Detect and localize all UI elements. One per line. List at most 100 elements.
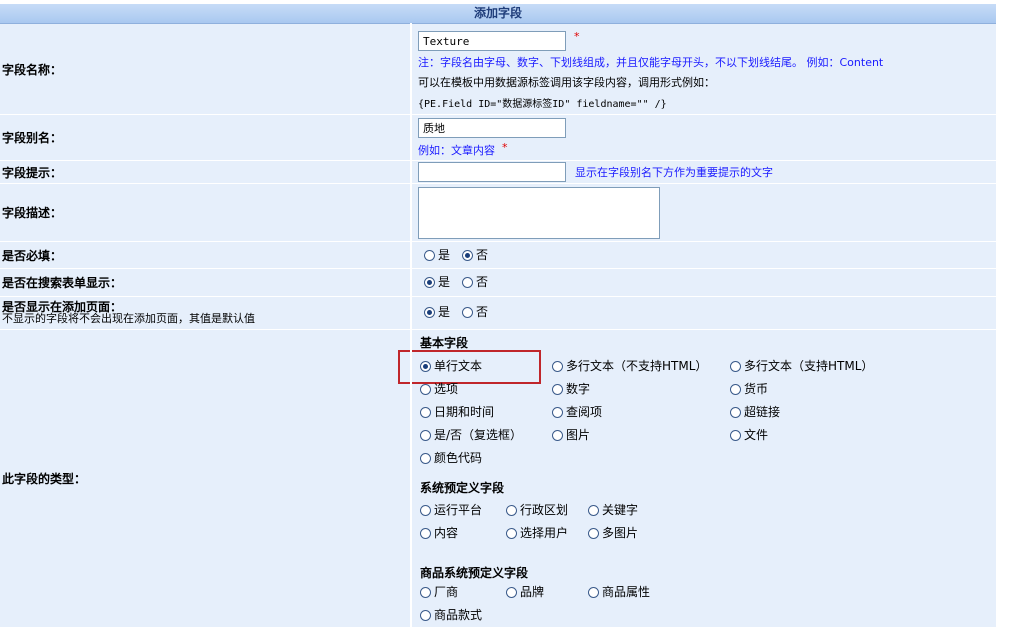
type-option-label: 查阅项	[566, 405, 603, 419]
show-add-yes-option[interactable]: 是	[424, 303, 450, 321]
radio-button[interactable]	[462, 276, 473, 288]
row-field-alias: 字段别名： 例如：文章内容 *	[0, 115, 996, 160]
radio-button[interactable]	[506, 586, 517, 598]
radio-button[interactable]	[730, 406, 741, 418]
radio-button[interactable]	[506, 527, 517, 539]
radio-button[interactable]	[552, 406, 563, 418]
required-label: 是否必填：	[0, 242, 410, 268]
radio-button[interactable]	[462, 306, 473, 318]
type-option-label: 关键字	[602, 503, 639, 517]
radio-button[interactable]	[588, 586, 599, 598]
radio-button[interactable]	[730, 360, 741, 372]
field-name-label: 字段名称：	[0, 24, 410, 114]
type-option-label: 运行平台	[434, 503, 483, 517]
basic-type-option[interactable]: 单行文本	[420, 357, 482, 375]
required-no-option[interactable]: 否	[462, 246, 488, 264]
basic-type-option[interactable]: 货币	[730, 380, 768, 398]
system-type-option[interactable]: 行政区划	[506, 501, 568, 519]
radio-button[interactable]	[420, 383, 431, 395]
basic-type-option[interactable]: 日期和时间	[420, 403, 494, 421]
form-title: 添加字段	[0, 4, 996, 24]
system-type-option[interactable]: 关键字	[588, 501, 638, 519]
radio-button[interactable]	[730, 429, 741, 441]
field-alias-hint: 例如：文章内容	[418, 144, 495, 157]
basic-type-option[interactable]: 多行文本（支持HTML）	[730, 357, 873, 375]
radio-button[interactable]	[552, 360, 563, 372]
field-tip-hint: 显示在字段别名下方作为重要提示的文字	[575, 166, 773, 179]
field-type-label: 此字段的类型：	[0, 330, 410, 627]
radio-button-selected[interactable]	[424, 306, 435, 318]
type-option-label: 选项	[434, 382, 459, 396]
type-option-label: 文件	[744, 428, 769, 442]
product-type-option[interactable]: 商品款式	[420, 606, 482, 624]
row-field-name: 字段名称： * 注：字段名由字母、数字、下划线组成，并且仅能字母开头，不以下划线…	[0, 24, 996, 114]
system-type-option[interactable]: 选择用户	[506, 524, 568, 542]
system-type-option[interactable]: 内容	[420, 524, 458, 542]
system-type-option[interactable]: 运行平台	[420, 501, 482, 519]
field-desc-label: 字段描述：	[0, 184, 410, 241]
radio-button[interactable]	[552, 383, 563, 395]
type-option-label: 日期和时间	[434, 405, 495, 419]
required-star: *	[502, 141, 508, 154]
radio-button[interactable]	[420, 452, 431, 464]
system-type-option[interactable]: 多图片	[588, 524, 638, 542]
radio-button-selected[interactable]	[424, 276, 435, 288]
type-option-label: 行政区划	[520, 503, 569, 517]
row-field-type: 此字段的类型： 基本字段 系统预定义字段 商品系统预定义字段 单行文本 多行文本（…	[0, 330, 996, 627]
required-star: *	[574, 30, 580, 43]
radio-button[interactable]	[420, 406, 431, 418]
field-tip-input[interactable]	[418, 162, 566, 182]
basic-type-option[interactable]: 是/否（复选框）	[420, 426, 522, 444]
required-yes-option[interactable]: 是	[424, 246, 450, 264]
search-no-option[interactable]: 否	[462, 273, 488, 291]
basic-type-option[interactable]: 数字	[552, 380, 590, 398]
radio-button[interactable]	[424, 249, 435, 261]
row-field-desc: 字段描述：	[0, 184, 996, 241]
radio-button[interactable]	[420, 586, 431, 598]
basic-type-option[interactable]: 颜色代码	[420, 449, 482, 467]
basic-type-option[interactable]: 图片	[552, 426, 590, 444]
type-option-label: 内容	[434, 526, 459, 540]
type-option-label: 多行文本（支持HTML）	[744, 359, 874, 373]
basic-type-option[interactable]: 多行文本（不支持HTML）	[552, 357, 707, 375]
radio-button[interactable]	[420, 609, 431, 621]
product-type-option[interactable]: 品牌	[506, 583, 544, 601]
product-type-option[interactable]: 商品属性	[588, 583, 650, 601]
field-name-note: 注：字段名由字母、数字、下划线组成，并且仅能字母开头，不以下划线结尾。 例如：C…	[418, 56, 884, 69]
system-fields-heading: 系统预定义字段	[420, 481, 505, 495]
row-required: 是否必填： 是 否	[0, 242, 996, 268]
basic-type-option[interactable]: 文件	[730, 426, 768, 444]
radio-button[interactable]	[552, 429, 563, 441]
basic-type-option[interactable]: 超链接	[730, 403, 780, 421]
radio-button[interactable]	[420, 527, 431, 539]
radio-button[interactable]	[730, 383, 741, 395]
type-option-label: 选择用户	[520, 526, 569, 540]
basic-type-option[interactable]: 选项	[420, 380, 458, 398]
radio-button[interactable]	[420, 504, 431, 516]
type-option-label: 颜色代码	[434, 451, 483, 465]
form-frame: 添加字段 字段名称： * 注：字段名由字母、数字、下划线组成，并且仅能字母开头，…	[0, 0, 996, 627]
field-desc-textarea[interactable]	[418, 187, 660, 239]
radio-button[interactable]	[588, 504, 599, 516]
type-option-label: 多行文本（不支持HTML）	[566, 359, 708, 373]
type-option-label: 商品属性	[602, 585, 651, 599]
search-display-label: 是否在搜索表单显示：	[0, 269, 410, 296]
radio-button-selected[interactable]	[420, 360, 431, 372]
radio-button[interactable]	[420, 429, 431, 441]
search-yes-option[interactable]: 是	[424, 273, 450, 291]
type-option-label: 货币	[744, 382, 769, 396]
product-type-option[interactable]: 厂商	[420, 583, 458, 601]
type-option-label: 单行文本	[434, 359, 483, 373]
field-name-input[interactable]	[418, 31, 566, 51]
type-option-label: 商品款式	[434, 608, 483, 622]
type-option-label: 厂商	[434, 585, 459, 599]
show-add-no-option[interactable]: 否	[462, 303, 488, 321]
radio-button[interactable]	[506, 504, 517, 516]
basic-type-option[interactable]: 查阅项	[552, 403, 602, 421]
type-option-label: 品牌	[520, 585, 545, 599]
basic-fields-heading: 基本字段	[420, 336, 469, 350]
field-alias-input[interactable]	[418, 118, 566, 138]
radio-button[interactable]	[588, 527, 599, 539]
radio-button-selected[interactable]	[462, 249, 473, 261]
type-option-label: 超链接	[744, 405, 781, 419]
